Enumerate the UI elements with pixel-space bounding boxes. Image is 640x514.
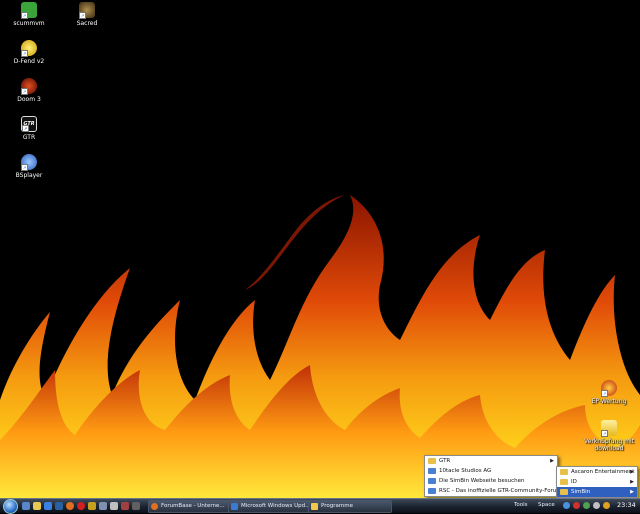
submenu-arrow-icon: ▶ (630, 479, 634, 485)
shortcut-arrow-icon: ↗ (21, 164, 28, 171)
folder-icon (428, 458, 436, 464)
menu-item-10tacle[interactable]: 10tacle Studios AG (425, 466, 557, 476)
shortcut-arrow-icon: ↗ (79, 12, 86, 19)
desktop-icon-scummvm[interactable]: ↗ scummvm (5, 2, 53, 27)
taskbar-button-programme[interactable]: Programme (308, 500, 392, 513)
shortcut-arrow-icon: ↗ (21, 12, 28, 19)
desktop-icon-ep-wertung[interactable]: ↗ EP-Wertung (585, 380, 633, 405)
desktop-icon-bsplayer[interactable]: ↗ BSplayer (5, 154, 53, 179)
menu-item-simbin[interactable]: SimBin ▶ (557, 487, 637, 497)
menu-item-rsc-forum[interactable]: RSC - Das inoffizielle GTR-Community-For… (425, 486, 562, 496)
desktop-icon-label: scummvm (13, 20, 45, 27)
app-icon[interactable] (132, 502, 140, 510)
task-label: Microsoft Windows Upd... (241, 503, 311, 509)
link-icon (428, 468, 436, 474)
shortcut-arrow-icon: ↗ (601, 390, 608, 397)
tray-app-icon[interactable] (603, 502, 610, 509)
desktop-icon-sacred[interactable]: ↗ Sacred (63, 2, 111, 27)
desktop-icon-doom3[interactable]: ↗ Doom 3 (5, 78, 53, 103)
menu-item-label: RSC - Das inoffizielle GTR-Community-For… (439, 488, 562, 494)
opera-icon[interactable] (77, 502, 85, 510)
desktop-icon-label: Doom 3 (17, 96, 41, 103)
firefox-icon[interactable] (66, 502, 74, 510)
menu-item-label: Die SimBin Webseite besuchen (439, 478, 525, 484)
gtr-icon: GTR ↗ (21, 116, 37, 132)
scummvm-icon: ↗ (21, 2, 37, 19)
tray-app-icon[interactable] (583, 502, 590, 509)
tray-network-icon[interactable] (563, 502, 570, 509)
flame-wallpaper (0, 195, 640, 498)
task-label: Programme (321, 503, 353, 509)
submenu-arrow-icon: ▶ (550, 458, 554, 464)
tray-volume-icon[interactable] (593, 502, 600, 509)
menu-item-label: Ascaron Entertainment (571, 469, 635, 475)
ep-wertung-icon: ↗ (601, 380, 617, 397)
taskbar-button-windows-update[interactable]: Microsoft Windows Upd... (228, 500, 314, 513)
menu-item-label: 10tacle Studios AG (439, 468, 492, 474)
shortcut-arrow-icon: ↗ (21, 50, 28, 57)
sacred-icon: ↗ (79, 2, 95, 19)
shortcut-arrow-icon: ↗ (21, 88, 28, 95)
dfend-icon: ↗ (21, 40, 37, 57)
media-player-icon[interactable] (55, 502, 63, 510)
app-icon[interactable] (110, 502, 118, 510)
shortcut-arrow-icon: ↗ (22, 125, 29, 132)
task-label: ForumBase - Unterne... (161, 503, 225, 509)
shortcut-arrow-icon: ↗ (601, 430, 608, 437)
menu-item-label: ID (571, 479, 577, 485)
folder-icon (560, 469, 568, 475)
explorer-icon[interactable] (33, 502, 41, 510)
context-menu-main: GTR ▶ 10tacle Studios AG Die SimBin Webs… (424, 455, 562, 497)
app-icon[interactable] (121, 502, 129, 510)
context-menu-sub: Ascaron Entertainment ▶ ID ▶ SimBin ▶ (556, 466, 638, 498)
menu-item-simbin-website[interactable]: Die SimBin Webseite besuchen (425, 476, 557, 486)
desktop-icon-label: Sacred (76, 20, 98, 27)
desktop-icon-download-folder[interactable]: ↗ Verknüpfung mit download (584, 420, 634, 452)
link-icon (428, 488, 436, 494)
tray-antivirus-icon[interactable] (573, 502, 580, 509)
folder-icon (560, 479, 568, 485)
desktop-icon-gtr[interactable]: GTR ↗ GTR (5, 116, 53, 141)
winamp-icon[interactable] (88, 502, 96, 510)
menu-item-gtr[interactable]: GTR ▶ (425, 456, 557, 466)
internet-explorer-icon[interactable] (44, 502, 52, 510)
submenu-arrow-icon: ▶ (630, 489, 634, 495)
folder-icon (560, 489, 568, 495)
desktop-icon-label: Verknüpfung mit download (584, 438, 634, 452)
taskbar-button-forumbase[interactable]: ForumBase - Unterne... (148, 500, 232, 513)
menu-item-ascaron[interactable]: Ascaron Entertainment ▶ (557, 467, 637, 477)
bsplayer-icon: ↗ (21, 154, 37, 171)
doom3-icon: ↗ (21, 78, 37, 95)
toolbar-space[interactable]: Space (538, 500, 555, 511)
taskbar: ForumBase - Unterne... Microsoft Windows… (0, 498, 640, 514)
taskbar-clock[interactable]: 23:34 (617, 499, 636, 512)
desktop-icon-label: D-Fend v2 (13, 58, 45, 65)
show-desktop-icon[interactable] (22, 502, 30, 510)
toolbar-tools[interactable]: Tools (514, 500, 528, 511)
menu-item-label: SimBin (571, 489, 591, 495)
menu-item-id[interactable]: ID ▶ (557, 477, 637, 487)
firefox-icon (151, 503, 158, 510)
desktop: ↗ scummvm ↗ Sacred ↗ D-Fend v2 ↗ Doom 3 … (0, 0, 640, 498)
desktop-icon-label: EP-Wertung (591, 398, 627, 405)
desktop-icon-label: BSplayer (15, 172, 43, 179)
internet-explorer-icon (231, 503, 238, 510)
link-icon (428, 478, 436, 484)
app-icon[interactable] (99, 502, 107, 510)
menu-item-label: GTR (439, 458, 451, 464)
desktop-icon-label: GTR (22, 134, 36, 141)
desktop-icon-dfend[interactable]: ↗ D-Fend v2 (5, 40, 53, 65)
folder-icon (311, 503, 318, 510)
folder-icon: ↗ (601, 420, 617, 437)
submenu-arrow-icon: ▶ (630, 469, 634, 475)
